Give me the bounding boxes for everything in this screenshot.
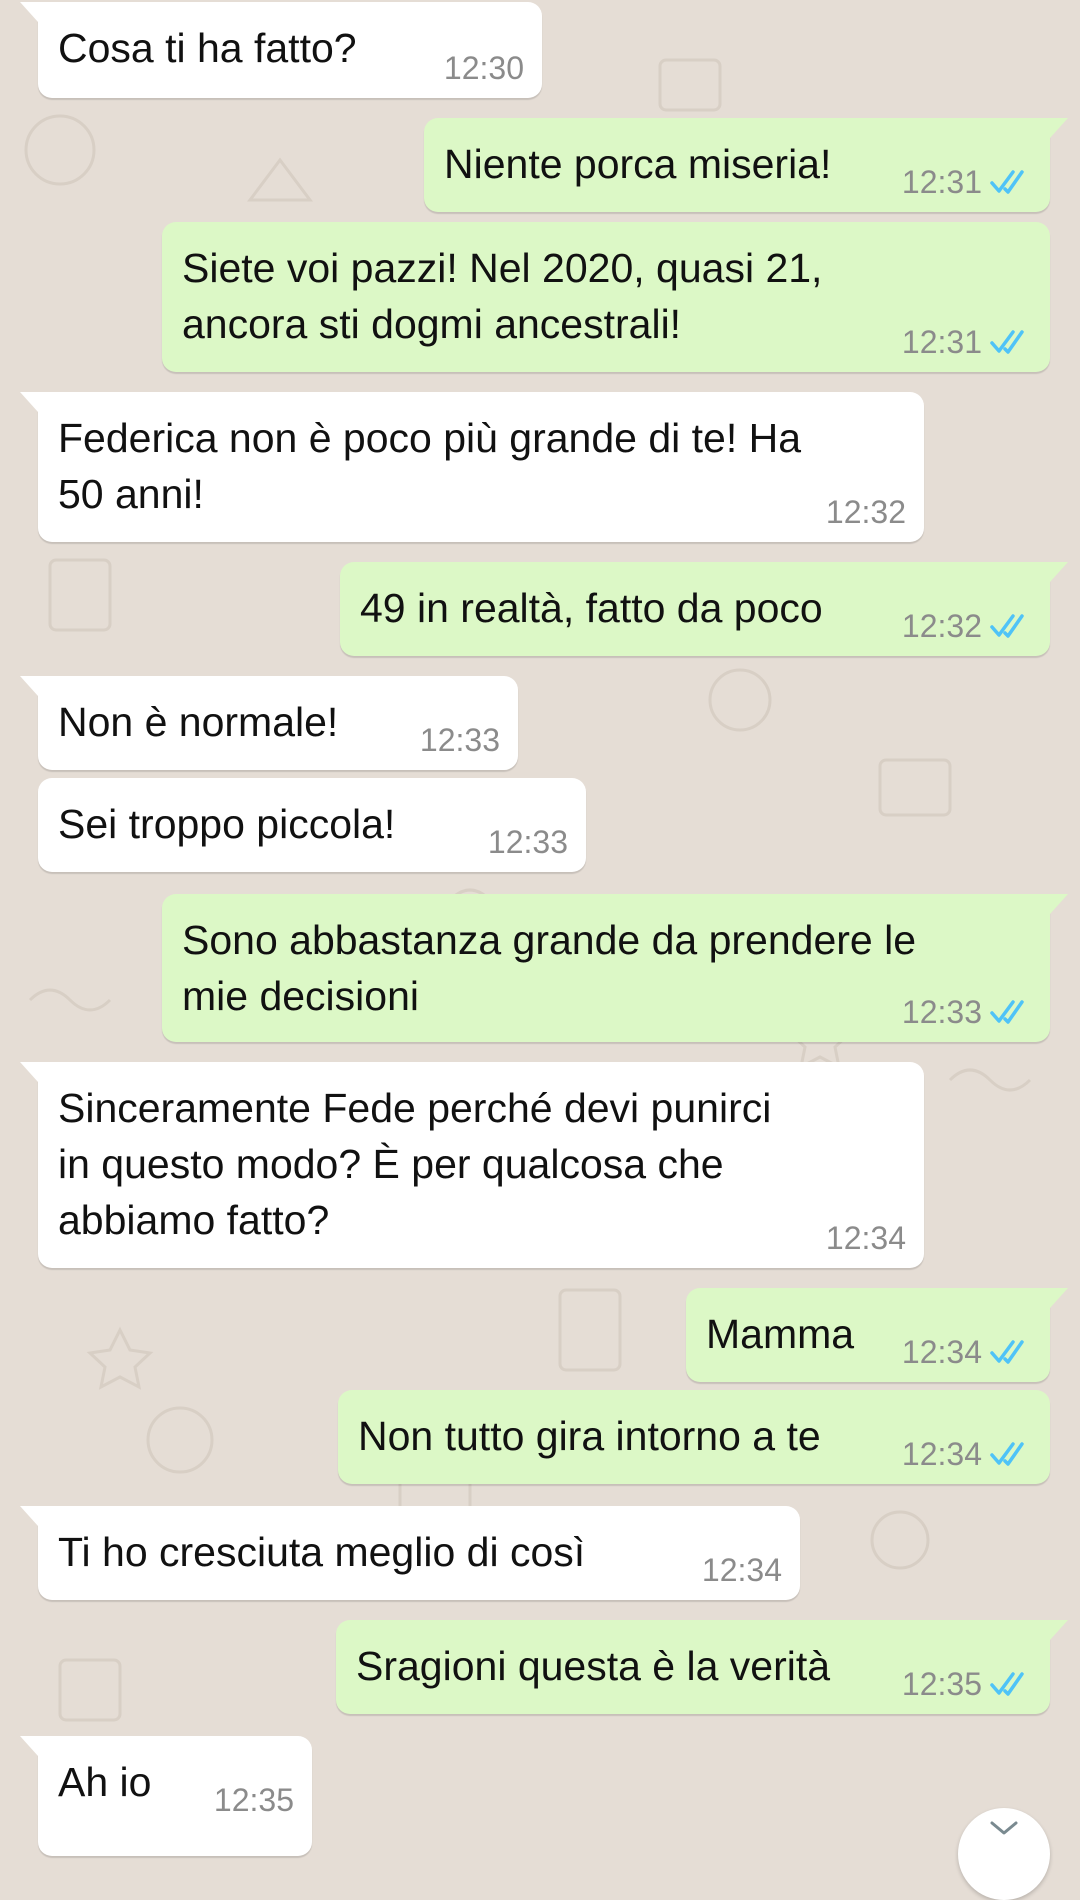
message-outgoing[interactable]: 49 in realtà, fatto da poco 12:32: [340, 562, 1068, 656]
double-check-icon: [990, 170, 1024, 194]
message-text: Siete voi pazzi! Nel 2020, quasi 21, anco…: [182, 245, 823, 347]
double-check-icon: [990, 1672, 1024, 1696]
message-time: 12:34: [825, 1220, 906, 1256]
message-time: 12:33: [419, 722, 500, 758]
message-text: Non tutto gira intorno a te: [358, 1413, 821, 1459]
message-outgoing[interactable]: Non tutto gira intorno a te 12:34: [338, 1390, 1050, 1484]
message-time: 12:33: [487, 824, 568, 860]
message-incoming[interactable]: Ti ho cresciuta meglio di così 12:34: [20, 1506, 800, 1600]
message-meta: 12:30: [444, 48, 524, 88]
message-meta: 12:34: [902, 1434, 1032, 1474]
double-check-icon: [990, 330, 1024, 354]
message-text: Sragioni questa è la verità: [356, 1643, 831, 1689]
message-incoming[interactable]: Sinceramente Fede perché devi punirci in …: [20, 1062, 924, 1268]
message-outgoing[interactable]: Mamma 12:34: [686, 1288, 1068, 1382]
scroll-to-bottom-button[interactable]: [958, 1808, 1050, 1900]
message-time: 12:34: [901, 1436, 982, 1472]
message-incoming[interactable]: Non è normale! 12:33: [20, 676, 518, 770]
message-text: Ti ho cresciuta meglio di così: [58, 1529, 586, 1575]
message-meta: 12:34: [902, 1332, 1032, 1372]
message-incoming[interactable]: Ah io 12:35: [20, 1736, 312, 1856]
message-text: 49 in realtà, fatto da poco: [360, 585, 823, 631]
message-meta: 12:33: [488, 822, 568, 862]
message-text: Sinceramente Fede perché devi punirci in …: [58, 1085, 772, 1243]
message-text: Niente porca miseria!: [444, 141, 832, 187]
chevron-down-icon: [990, 1821, 1018, 1835]
message-text: Federica non è poco più grande di te! Ha…: [58, 415, 802, 517]
message-incoming[interactable]: Sei troppo piccola! 12:33: [38, 778, 586, 872]
chat-message-list[interactable]: Cosa ti ha fatto? 12:30 Niente porca mis…: [0, 0, 1080, 1900]
message-text: Ah io: [58, 1759, 152, 1805]
double-check-icon: [990, 614, 1024, 638]
message-text: Cosa ti ha fatto?: [58, 25, 357, 71]
message-meta: 12:32: [902, 606, 1032, 646]
message-time: 12:31: [901, 324, 982, 360]
message-time: 12:35: [213, 1782, 294, 1818]
message-time: 12:32: [825, 494, 906, 530]
message-incoming[interactable]: Cosa ti ha fatto? 12:30: [20, 2, 542, 98]
message-outgoing[interactable]: Siete voi pazzi! Nel 2020, quasi 21, anco…: [162, 222, 1050, 372]
double-check-icon: [990, 1000, 1024, 1024]
message-text: Non è normale!: [58, 699, 339, 745]
message-time: 12:31: [901, 164, 982, 200]
message-meta: 12:33: [420, 720, 500, 760]
message-text: Sono abbastanza grande da prendere le mie…: [182, 917, 917, 1019]
double-check-icon: [990, 1340, 1024, 1364]
message-time: 12:33: [901, 994, 982, 1030]
message-meta: 12:35: [214, 1780, 294, 1820]
message-meta: 12:32: [826, 492, 906, 532]
message-time: 12:32: [901, 608, 982, 644]
message-time: 12:34: [901, 1334, 982, 1370]
message-meta: 12:31: [902, 162, 1032, 202]
message-meta: 12:34: [702, 1550, 782, 1590]
message-meta: 12:35: [902, 1664, 1032, 1704]
message-meta: 12:34: [826, 1218, 906, 1258]
message-time: 12:30: [443, 50, 524, 86]
message-meta: 12:33: [902, 992, 1032, 1032]
message-meta: 12:31: [902, 322, 1032, 362]
message-outgoing[interactable]: Sono abbastanza grande da prendere le mie…: [162, 894, 1068, 1042]
message-incoming[interactable]: Federica non è poco più grande di te! Ha…: [20, 392, 924, 542]
message-text: Sei troppo piccola!: [58, 801, 396, 847]
message-outgoing[interactable]: Niente porca miseria! 12:31: [424, 118, 1068, 212]
message-text: Mamma: [706, 1311, 855, 1357]
message-time: 12:34: [701, 1552, 782, 1588]
double-check-icon: [990, 1442, 1024, 1466]
message-outgoing[interactable]: Sragioni questa è la verità 12:35: [336, 1620, 1068, 1714]
message-time: 12:35: [901, 1666, 982, 1702]
